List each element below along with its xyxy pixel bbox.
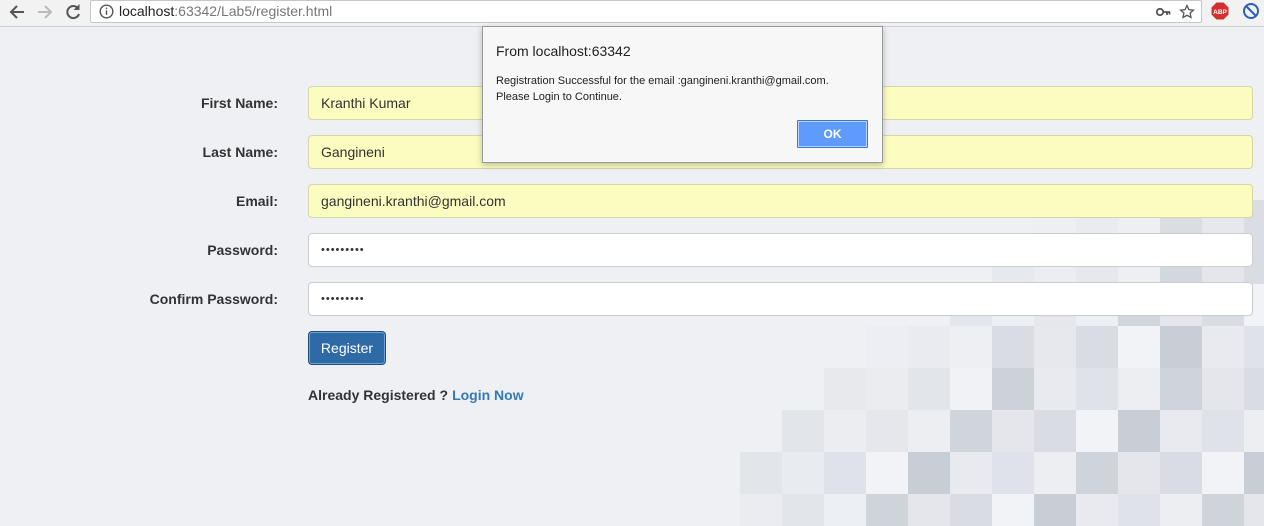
pattern-tile (866, 326, 908, 368)
dialog-message-line2: Please Login to Continue. (496, 91, 622, 103)
pattern-tile (1160, 494, 1202, 526)
pattern-tile (1118, 326, 1160, 368)
pattern-tile (866, 368, 908, 410)
pattern-tile (950, 368, 992, 410)
email-row: Email: (0, 184, 1264, 218)
address-bar[interactable]: localhost:63342/Lab5/register.html (90, 0, 1202, 23)
pattern-tile (1244, 326, 1264, 368)
dialog-message-line1: Registration Successful for the email :g… (496, 75, 829, 87)
pattern-tile (782, 494, 824, 526)
back-arrow-icon[interactable] (6, 1, 28, 23)
pattern-tile (1202, 326, 1244, 368)
pattern-tile (1118, 494, 1160, 526)
pattern-tile (992, 326, 1034, 368)
pattern-tile (908, 452, 950, 494)
pattern-tile (1244, 494, 1264, 526)
pattern-tile (1160, 326, 1202, 368)
pattern-tile (1076, 494, 1118, 526)
pattern-tile (866, 452, 908, 494)
pattern-tile (740, 494, 782, 526)
confirm-password-input[interactable] (308, 282, 1253, 316)
pattern-tile (1202, 410, 1244, 452)
already-registered-label: Already Registered ? (308, 387, 449, 403)
pattern-tile (1076, 452, 1118, 494)
pattern-tile (950, 326, 992, 368)
pattern-tile (1118, 410, 1160, 452)
pattern-tile (992, 452, 1034, 494)
pattern-tile (824, 326, 866, 368)
pattern-tile (908, 410, 950, 452)
pattern-tile (908, 494, 950, 526)
pattern-tile (1244, 452, 1264, 494)
pattern-tile (782, 452, 824, 494)
adblock-icon[interactable]: ABP (1211, 2, 1229, 20)
pattern-tile (908, 326, 950, 368)
email-input[interactable] (308, 184, 1253, 218)
pattern-tile (866, 410, 908, 452)
pattern-tile (782, 368, 824, 410)
pattern-tile (1034, 326, 1076, 368)
pattern-tile (1160, 452, 1202, 494)
key-icon[interactable] (1155, 4, 1171, 20)
reload-icon[interactable] (62, 1, 84, 23)
pattern-tile (740, 452, 782, 494)
pattern-tile (824, 494, 866, 526)
info-icon[interactable] (99, 4, 114, 19)
pattern-tile (1034, 368, 1076, 410)
url-path: :63342/Lab5/register.html (174, 3, 333, 19)
already-registered-text: Already Registered ? Login Now (308, 387, 524, 403)
pattern-tile (1034, 410, 1076, 452)
pattern-tile (908, 368, 950, 410)
url-text: localhost:63342/Lab5/register.html (119, 3, 332, 19)
dialog-title: From localhost:63342 (496, 43, 631, 59)
alert-dialog: From localhost:63342 Registration Succes… (482, 26, 883, 163)
dialog-message: Registration Successful for the email :g… (496, 73, 876, 105)
pattern-tile (782, 410, 824, 452)
confirm-password-row: Confirm Password: (0, 282, 1264, 316)
password-row: Password: (0, 233, 1264, 267)
block-icon[interactable] (1242, 2, 1260, 20)
first-name-label: First Name: (200, 95, 278, 111)
pattern-tile (1034, 494, 1076, 526)
pattern-tile (740, 410, 782, 452)
pattern-tile (1202, 494, 1244, 526)
login-now-link[interactable]: Login Now (452, 387, 524, 403)
pattern-tile (824, 368, 866, 410)
pattern-tile (1244, 368, 1264, 410)
browser-toolbar: localhost:63342/Lab5/register.html ABP (0, 0, 1264, 27)
pattern-tile (824, 410, 866, 452)
confirm-password-label: Confirm Password: (149, 291, 278, 307)
password-input[interactable] (308, 233, 1253, 267)
last-name-label: Last Name: (202, 144, 278, 160)
dialog-ok-button[interactable]: OK (797, 120, 868, 148)
pattern-tile (1118, 452, 1160, 494)
pattern-tile (992, 410, 1034, 452)
pattern-tile (866, 494, 908, 526)
pattern-tile (1202, 368, 1244, 410)
password-label: Password: (207, 242, 278, 258)
pattern-tile (1160, 410, 1202, 452)
pattern-tile (992, 494, 1034, 526)
pattern-tile (1244, 410, 1264, 452)
adblock-label: ABP (1213, 9, 1227, 16)
pattern-tile (1034, 452, 1076, 494)
email-label: Email: (235, 193, 278, 209)
bookmark-star-icon[interactable] (1179, 3, 1195, 20)
pattern-tile (1202, 452, 1244, 494)
pattern-tile (1160, 368, 1202, 410)
pattern-tile (824, 452, 866, 494)
pattern-tile (950, 494, 992, 526)
pattern-tile (1076, 410, 1118, 452)
pattern-tile (1076, 368, 1118, 410)
pattern-tile (950, 452, 992, 494)
url-host: localhost (119, 3, 175, 19)
pattern-tile (1076, 326, 1118, 368)
pattern-tile (992, 368, 1034, 410)
pattern-tile (950, 410, 992, 452)
pattern-tile (1118, 368, 1160, 410)
register-button[interactable]: Register (308, 331, 386, 365)
forward-arrow-icon[interactable] (34, 1, 56, 23)
